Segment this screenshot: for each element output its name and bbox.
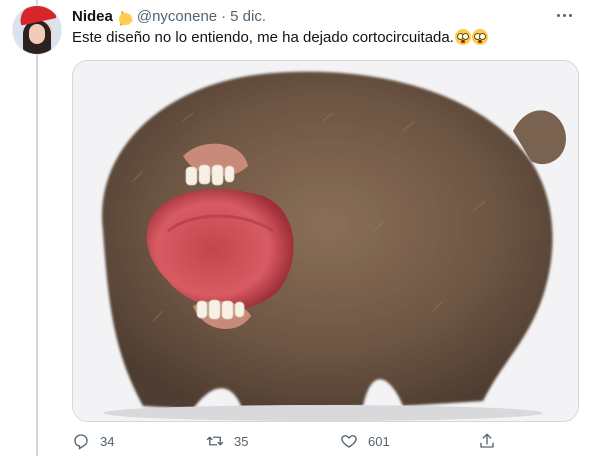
tweet-date[interactable]: 5 dic. xyxy=(230,8,266,25)
tweet-header: Nidea @nyconene · 5 dic. xyxy=(72,6,266,26)
retweet-button[interactable]: 35 xyxy=(206,430,248,452)
header-separator: · xyxy=(221,7,227,25)
reply-button[interactable]: 34 xyxy=(72,430,114,452)
tweet-actions: 34 35 601 xyxy=(72,430,502,452)
thread-line xyxy=(36,0,38,456)
avatar[interactable] xyxy=(12,5,62,55)
tweet-text-body: Este diseño no lo entiendo, me ha dejado… xyxy=(72,29,454,46)
retweet-icon xyxy=(206,436,224,446)
heart-icon xyxy=(341,435,357,448)
more-options-icon[interactable] xyxy=(555,8,573,22)
tweet-text: Este diseño no lo entiendo, me ha dejado… xyxy=(72,28,488,48)
flushed-face-icon xyxy=(454,29,471,45)
retweet-count: 35 xyxy=(234,433,249,449)
like-button[interactable]: 601 xyxy=(340,430,390,452)
share-button[interactable] xyxy=(478,430,496,452)
plush-creature-photo xyxy=(73,61,578,421)
flushed-face-icon xyxy=(471,29,488,45)
reply-count: 34 xyxy=(100,433,115,449)
tweet-image[interactable] xyxy=(72,60,579,422)
like-count: 601 xyxy=(368,433,390,449)
author-name[interactable]: Nidea xyxy=(72,8,113,25)
author-handle[interactable]: @nyconene xyxy=(137,8,217,25)
share-icon xyxy=(480,433,494,448)
partying-face-icon xyxy=(114,7,133,26)
avatar-face xyxy=(29,24,45,44)
reply-icon xyxy=(74,434,88,450)
